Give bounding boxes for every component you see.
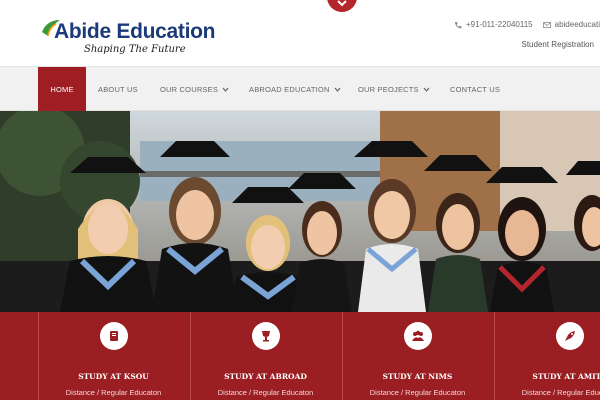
feature-title: STUDY AT AMITY <box>532 372 600 381</box>
site-logo[interactable]: Abide Education Shaping The Future <box>40 16 215 60</box>
chevron-down-icon <box>222 87 229 92</box>
chevron-down-icon <box>334 87 341 92</box>
nav-item-label: OUR COURSES <box>160 85 219 94</box>
feature-icon-badge <box>251 322 280 350</box>
group-icon <box>411 330 424 341</box>
site-header: Abide Education Shaping The Future +91-0… <box>0 0 600 66</box>
nav-item-home[interactable]: HOME <box>38 67 86 112</box>
chevron-down-icon <box>423 87 430 92</box>
features-strip: STUDY AT KSOU Distance / Regular Educato… <box>0 312 600 400</box>
feature-study-ksou[interactable]: STUDY AT KSOU Distance / Regular Educato… <box>38 312 188 400</box>
feature-title: STUDY AT KSOU <box>78 372 149 381</box>
email-icon <box>542 21 551 28</box>
feature-subtitle: Distance / Regular Educaton <box>369 388 466 397</box>
feature-study-amity[interactable]: STUDY AT AMITY Distance / Regular Educat… <box>494 312 600 400</box>
student-registration-link[interactable]: Student Registration <box>522 40 595 49</box>
feature-title: STUDY AT NIMS <box>382 372 453 381</box>
email-address: abideeducati <box>554 20 600 29</box>
nav-item-our-courses[interactable]: OUR COURSES <box>160 67 229 112</box>
nav-item-label: ABOUT US <box>98 85 138 94</box>
hero-graduates-image <box>0 111 600 312</box>
trophy-icon <box>261 331 270 342</box>
email-item[interactable]: abideeducati <box>542 20 600 29</box>
nav-item-label: HOME <box>50 85 74 94</box>
phone-number: +91-011-22040115 <box>465 20 533 29</box>
main-nav: HOME ABOUT US OUR COURSES ABROAD EDUCATI… <box>0 66 600 112</box>
book-icon <box>109 331 118 341</box>
nav-item-label: OUR PEOJECTS <box>358 85 419 94</box>
nav-item-our-projects[interactable]: OUR PEOJECTS <box>358 67 430 112</box>
nav-item-label: CONTACT US <box>450 85 501 94</box>
hero-banner <box>0 111 600 312</box>
nav-item-abroad-education[interactable]: ABROAD EDUCATION <box>249 67 341 112</box>
nav-item-about-us[interactable]: ABOUT US <box>98 67 138 112</box>
feature-title: STUDY AT ABROAD <box>224 372 307 381</box>
rocket-icon <box>564 331 575 341</box>
feature-icon-badge <box>555 322 584 350</box>
contact-info: +91-011-22040115 abideeducati <box>454 20 600 29</box>
brand-name: Abide Education <box>54 20 216 43</box>
feature-study-abroad[interactable]: STUDY AT ABROAD Distance / Regular Educa… <box>190 312 340 400</box>
feature-study-nims[interactable]: STUDY AT NIMS Distance / Regular Educato… <box>342 312 492 400</box>
phone-icon <box>454 21 462 28</box>
brand-tagline: Shaping The Future <box>84 44 186 55</box>
chevron-down-icon <box>337 0 347 7</box>
feature-icon-badge <box>403 322 432 350</box>
feature-icon-badge <box>99 322 128 350</box>
feature-subtitle: Distance / Regular Educaton <box>65 388 162 397</box>
nav-item-label: ABROAD EDUCATION <box>249 85 330 94</box>
feature-subtitle: Distance / Regular Educaton <box>217 388 314 397</box>
nav-item-contact-us[interactable]: CONTACT US <box>450 67 500 112</box>
phone-item[interactable]: +91-011-22040115 <box>454 20 533 29</box>
feature-subtitle: Distance / Regular Educaton <box>521 388 600 397</box>
